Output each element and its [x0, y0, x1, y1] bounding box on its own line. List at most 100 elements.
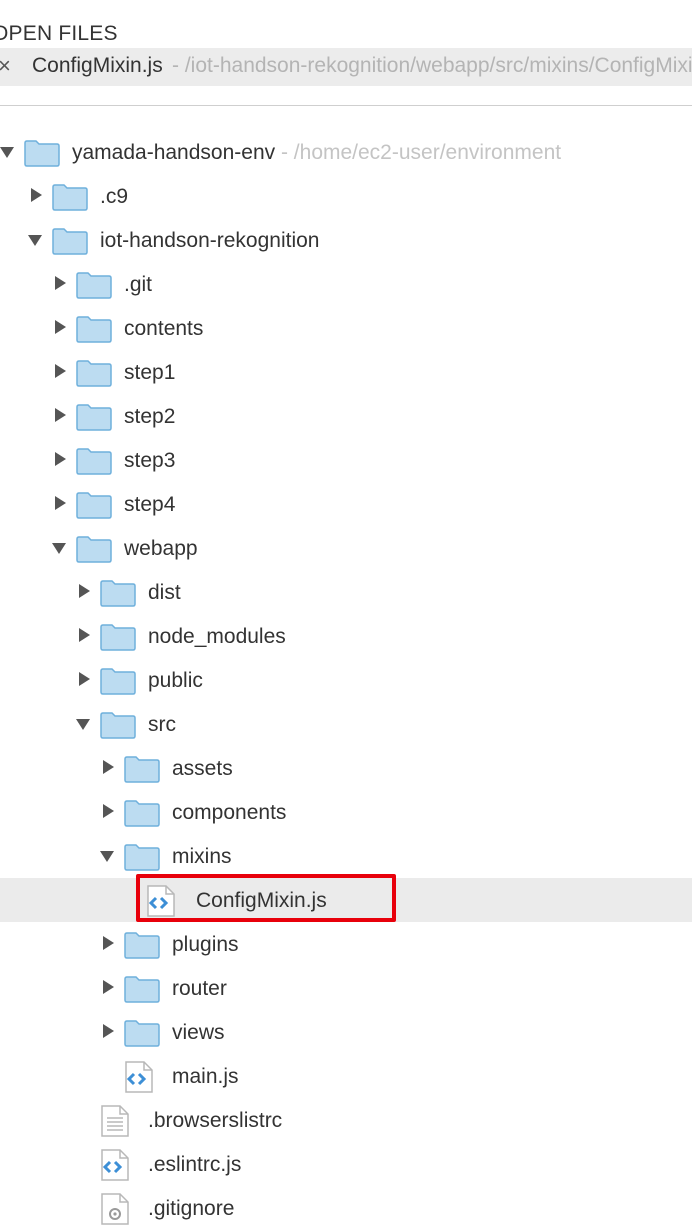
tree-item-c9[interactable]: .c9 [0, 174, 692, 218]
collapse-arrow-icon[interactable] [55, 276, 66, 290]
tree-item-views[interactable]: views [0, 1010, 692, 1054]
folder-icon [124, 844, 160, 871]
folder-icon [24, 140, 60, 167]
open-file-name[interactable]: ConfigMixin.js [32, 52, 163, 80]
open-files-header: OPEN FILES [0, 22, 118, 45]
tree-item-mixins[interactable]: mixins [0, 834, 692, 878]
tree-item-label: node_modules [148, 625, 286, 648]
tree-item-label: contents [124, 317, 204, 340]
expand-arrow-icon[interactable] [28, 235, 42, 246]
tree-item-step3[interactable]: step3 [0, 438, 692, 482]
collapse-arrow-icon[interactable] [55, 496, 66, 510]
tree-item-label: plugins [172, 933, 239, 956]
folder-icon [76, 360, 112, 387]
tree-item-gitignore[interactable]: .gitignore [0, 1186, 692, 1230]
collapse-arrow-icon[interactable] [55, 452, 66, 466]
collapse-arrow-icon[interactable] [103, 980, 114, 994]
section-divider [0, 105, 692, 106]
folder-icon [124, 1020, 160, 1047]
folder-icon [100, 668, 136, 695]
folder-icon [124, 756, 160, 783]
tree-item-label: iot-handson-rekognition [100, 229, 320, 252]
tree-item-label: main.js [172, 1065, 239, 1088]
tree-root-label: yamada-handson-env - /home/ec2-user/envi… [72, 141, 562, 164]
tree-item-label: webapp [124, 537, 198, 560]
tree-item-label: .gitignore [148, 1197, 235, 1220]
tree-item-git[interactable]: .git [0, 262, 692, 306]
settings-file-icon [101, 1193, 129, 1225]
close-icon[interactable]: × [0, 52, 11, 80]
open-file-tab[interactable]: × ConfigMixin.js - /iot-handson-rekognit… [0, 48, 692, 86]
expand-arrow-icon[interactable] [0, 147, 14, 158]
tree-item-label: mixins [172, 845, 232, 868]
folder-icon [52, 228, 88, 255]
tree-item-label: public [148, 669, 203, 692]
tree-item-assets[interactable]: assets [0, 746, 692, 790]
folder-icon [100, 580, 136, 607]
tree-item-configmixin-js[interactable]: ConfigMixin.js [0, 874, 692, 922]
folder-icon [100, 624, 136, 651]
collapse-arrow-icon[interactable] [103, 804, 114, 818]
folder-icon [76, 492, 112, 519]
tree-item-label: components [172, 801, 287, 824]
tree-item-eslintrc-js[interactable]: .eslintrc.js [0, 1142, 692, 1186]
folder-icon [76, 448, 112, 475]
tree-root-row[interactable]: yamada-handson-env - /home/ec2-user/envi… [0, 130, 692, 174]
collapse-arrow-icon[interactable] [79, 672, 90, 686]
tree-item-label: .eslintrc.js [148, 1153, 242, 1176]
tree-item-step1[interactable]: step1 [0, 350, 692, 394]
folder-icon [52, 184, 88, 211]
tree-item-main-js[interactable]: main.js [0, 1054, 692, 1098]
folder-icon [124, 800, 160, 827]
open-file-path: - /iot-handson-rekognition/webapp/src/mi… [172, 54, 692, 77]
expand-arrow-icon[interactable] [100, 851, 114, 862]
tree-item-step4[interactable]: step4 [0, 482, 692, 526]
tree-item-step2[interactable]: step2 [0, 394, 692, 438]
folder-icon [124, 932, 160, 959]
collapse-arrow-icon[interactable] [103, 936, 114, 950]
expand-arrow-icon[interactable] [76, 719, 90, 730]
tree-item-label: step1 [124, 361, 176, 384]
tree-item-router[interactable]: router [0, 966, 692, 1010]
file-tree: yamada-handson-env - /home/ec2-user/envi… [0, 130, 692, 1230]
collapse-arrow-icon[interactable] [55, 320, 66, 334]
collapse-arrow-icon[interactable] [55, 408, 66, 422]
folder-icon [76, 316, 112, 343]
tree-item-label: step3 [124, 449, 176, 472]
tree-item-contents[interactable]: contents [0, 306, 692, 350]
tree-item-public[interactable]: public [0, 658, 692, 702]
collapse-arrow-icon[interactable] [55, 364, 66, 378]
tree-item-label: .c9 [100, 185, 129, 208]
folder-icon [76, 404, 112, 431]
tree-item-label: views [172, 1021, 225, 1044]
tree-item-label: dist [148, 581, 181, 604]
tree-item-dist[interactable]: dist [0, 570, 692, 614]
folder-icon [124, 976, 160, 1003]
tree-item-label: step4 [124, 493, 176, 516]
js-file-icon [125, 1061, 153, 1093]
highlight-box [136, 874, 396, 922]
collapse-arrow-icon[interactable] [103, 1024, 114, 1038]
tree-item-label: router [172, 977, 227, 1000]
folder-icon [76, 272, 112, 299]
tree-item-label: .browserslistrc [148, 1109, 283, 1132]
folder-icon [100, 712, 136, 739]
tree-item-webapp[interactable]: webapp [0, 526, 692, 570]
tree-item-src[interactable]: src [0, 702, 692, 746]
js-file-icon [101, 1149, 129, 1181]
tree-item-label: step2 [124, 405, 176, 428]
tree-item-label: assets [172, 757, 233, 780]
collapse-arrow-icon[interactable] [31, 188, 42, 202]
collapse-arrow-icon[interactable] [79, 584, 90, 598]
tree-item-components[interactable]: components [0, 790, 692, 834]
tree-item-plugins[interactable]: plugins [0, 922, 692, 966]
tree-item-browserslistrc[interactable]: .browserslistrc [0, 1098, 692, 1142]
tree-item-iot-handson-rekognition[interactable]: iot-handson-rekognition [0, 218, 692, 262]
folder-icon [76, 536, 112, 563]
collapse-arrow-icon[interactable] [79, 628, 90, 642]
tree-item-node-modules[interactable]: node_modules [0, 614, 692, 658]
expand-arrow-icon[interactable] [52, 543, 66, 554]
tree-item-label: .git [124, 273, 153, 296]
collapse-arrow-icon[interactable] [103, 760, 114, 774]
tree-item-label: src [148, 713, 176, 736]
